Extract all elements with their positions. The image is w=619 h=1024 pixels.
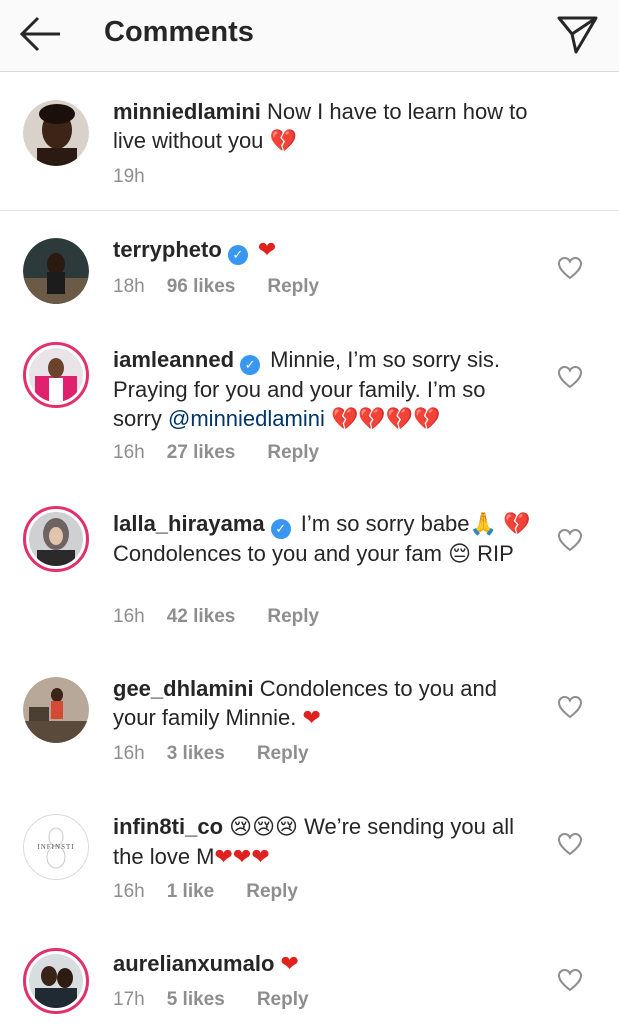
caption-meta: 19h [113, 166, 145, 188]
heart-outline-icon[interactable] [557, 528, 583, 552]
likes-count[interactable]: 3 likes [167, 743, 225, 765]
broken-hearts-emoji: 💔💔💔💔 [330, 407, 441, 432]
comment-username[interactable]: lalla_hirayama [113, 511, 265, 536]
avatar[interactable] [23, 342, 89, 408]
heart-outline-icon[interactable] [557, 695, 583, 719]
avatar[interactable]: INFINSTI [23, 814, 89, 880]
comment-item: aurelianxumalo ❤ 17h 5 likes Reply [0, 926, 619, 1024]
comment-item: gee_dhlamini Condolences to you and your… [0, 654, 619, 786]
likes-count[interactable]: 27 likes [167, 442, 236, 464]
praying-hands-emoji: 🙏 [469, 512, 497, 537]
heart-outline-icon[interactable] [557, 832, 583, 856]
comment-username[interactable]: aurelianxumalo [113, 951, 274, 976]
timestamp: 16h [113, 606, 145, 627]
hearts-emoji: ❤❤❤ [214, 845, 270, 870]
comment-username[interactable]: iamleanned [113, 347, 234, 372]
reply-button[interactable]: Reply [246, 881, 298, 903]
heart-emoji: ❤ [280, 952, 299, 977]
timestamp: 19h [113, 166, 145, 187]
likes-count[interactable]: 96 likes [167, 276, 236, 298]
timestamp: 18h [113, 276, 145, 297]
comment-meta: 16h 42 likes Reply [113, 606, 319, 628]
heart-emoji: ❤ [302, 706, 321, 731]
comment-item: lalla_hirayama ✓ I’m so sorry babe🙏 💔 Con… [0, 490, 619, 652]
crying-face-emoji: 😢😢😢 [229, 815, 298, 840]
mention-link[interactable]: @minniedlamini [168, 406, 325, 431]
comment-text: Condolences to you and your fam [113, 541, 442, 566]
avatar[interactable] [23, 506, 89, 572]
comment-meta: 16h 27 likes Reply [113, 442, 319, 464]
heart-outline-icon[interactable] [557, 968, 583, 992]
likes-count[interactable]: 1 like [167, 881, 215, 903]
avatar[interactable] [23, 677, 89, 743]
top-bar: Comments [0, 0, 619, 72]
comment-meta: 16h 3 likes Reply [113, 743, 309, 765]
timestamp: 16h [113, 442, 145, 463]
timestamp: 16h [113, 881, 145, 902]
reply-button[interactable]: Reply [267, 442, 319, 464]
comment-item: iamleanned ✓ Minnie, I’m so sorry sis. Pr… [0, 328, 619, 488]
comment-text: RIP [477, 541, 514, 566]
heart-outline-icon[interactable] [557, 256, 583, 280]
comment-username[interactable]: gee_dhlamini [113, 676, 254, 701]
caption-text-block: minniedlamini Now I have to learn how to… [113, 97, 543, 156]
timestamp: 16h [113, 743, 145, 764]
comment-body: infin8ti_co 😢😢😢 We’re sending you all th… [113, 812, 538, 872]
reply-button[interactable]: Reply [267, 606, 319, 628]
back-arrow-icon[interactable] [18, 14, 64, 54]
avatar[interactable] [23, 100, 89, 166]
reply-button[interactable]: Reply [267, 276, 319, 298]
comment-body: iamleanned ✓ Minnie, I’m so sorry sis. Pr… [113, 345, 538, 434]
verified-badge-icon: ✓ [227, 245, 248, 265]
broken-heart-emoji: 💔 [269, 129, 297, 154]
comment-meta: 18h 96 likes Reply [113, 276, 319, 298]
comment-body: gee_dhlamini Condolences to you and your… [113, 674, 538, 733]
heart-outline-icon[interactable] [557, 365, 583, 389]
comment-body: terrypheto ✓ ❤ [113, 235, 543, 265]
comment-username[interactable]: terrypheto [113, 237, 222, 262]
likes-count[interactable]: 42 likes [167, 606, 236, 628]
reply-button[interactable]: Reply [257, 989, 309, 1011]
verified-badge-icon: ✓ [270, 519, 291, 539]
comment-body: lalla_hirayama ✓ I’m so sorry babe🙏 💔 Con… [113, 509, 538, 569]
post-caption: minniedlamini Now I have to learn how to… [0, 72, 619, 211]
brand-logo-text: INFINSTI [37, 843, 75, 851]
broken-heart-emoji: 💔 [503, 512, 531, 537]
pensive-face-emoji: 😔 [448, 542, 472, 567]
comment-item: terrypheto ✓ ❤ 18h 96 likes Reply [0, 212, 619, 328]
avatar[interactable] [23, 238, 89, 304]
timestamp: 17h [113, 989, 145, 1010]
comment-text: I’m so sorry babe [300, 511, 470, 536]
heart-emoji: ❤ [257, 238, 277, 263]
comment-username[interactable]: infin8ti_co [113, 814, 223, 839]
page-title: Comments [104, 16, 254, 48]
reply-button[interactable]: Reply [257, 743, 309, 765]
avatar[interactable] [23, 948, 89, 1014]
likes-count[interactable]: 5 likes [167, 989, 225, 1011]
comment-meta: 17h 5 likes Reply [113, 989, 309, 1011]
comment-item: INFINSTI infin8ti_co 😢😢😢 We’re sending y… [0, 790, 619, 926]
comment-meta: 16h 1 like Reply [113, 881, 298, 903]
comment-body: aurelianxumalo ❤ [113, 949, 538, 979]
direct-send-icon[interactable] [556, 12, 600, 56]
caption-username[interactable]: minniedlamini [113, 99, 261, 124]
verified-badge-icon: ✓ [240, 355, 261, 375]
